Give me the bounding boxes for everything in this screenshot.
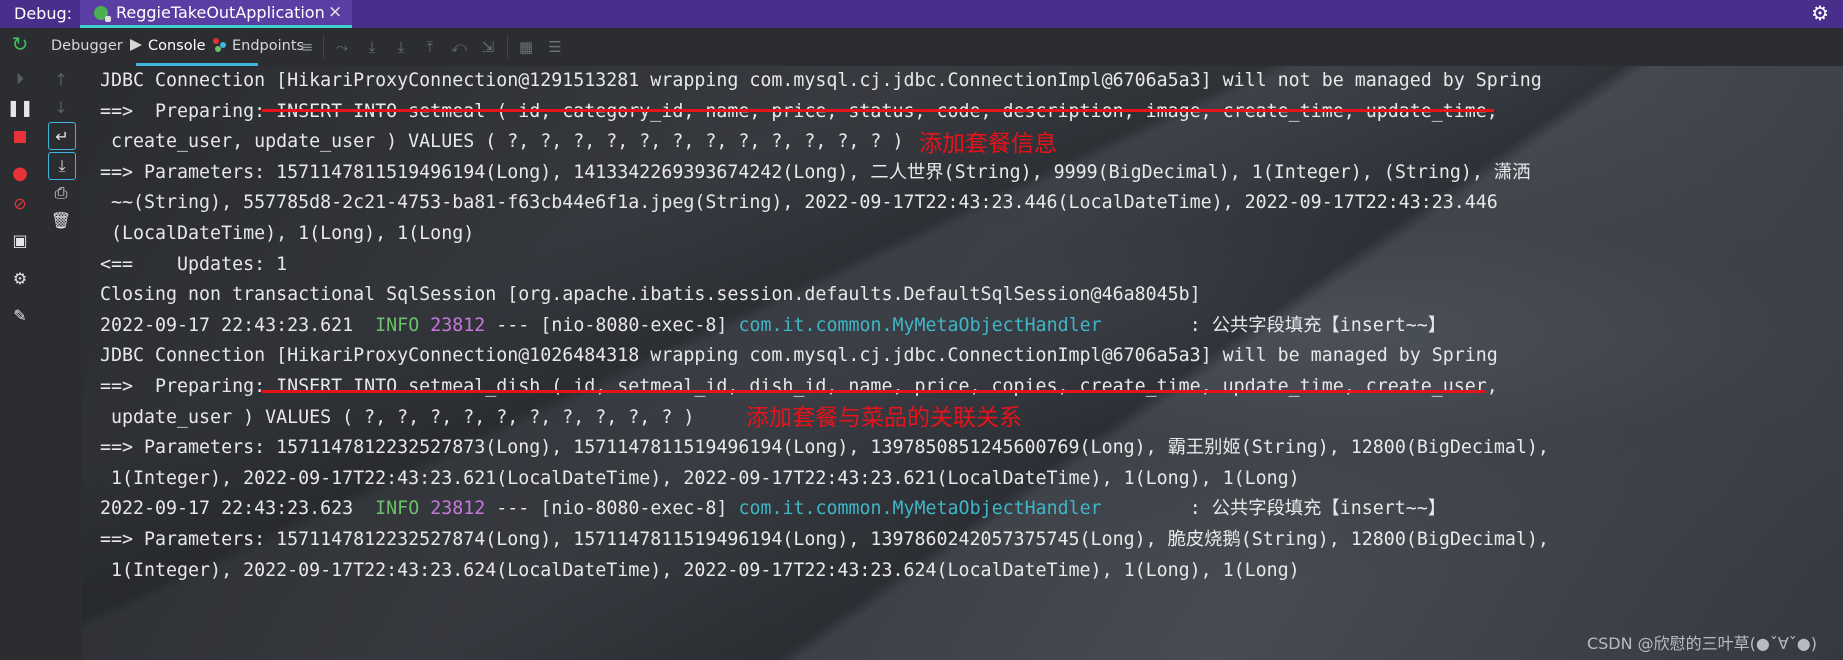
gear-icon[interactable]: ⚙ <box>1811 1 1829 25</box>
resume-icon[interactable]: ⏵ <box>9 68 31 90</box>
log-message: : 公共字段填充【insert~~】 <box>1189 314 1447 336</box>
console-line: Closing non transactional SqlSession [or… <box>100 284 1201 306</box>
spring-boot-run-icon <box>94 6 111 22</box>
log-pid: 23812 <box>430 498 486 520</box>
debug-titlebar: Debug: ReggieTakeOutApplication × ⚙ <box>0 0 1843 28</box>
console-line: ==> Parameters: 1571147812232527874(Long… <box>100 528 1549 550</box>
step-out-icon[interactable]: ⤒ <box>421 38 439 56</box>
print-icon[interactable]: ⎙ <box>50 182 72 204</box>
trace-settings-icon[interactable]: ☰ <box>546 38 564 56</box>
stop-icon[interactable] <box>9 126 31 148</box>
log-logger[interactable]: com.it.common.MyMetaObjectHandler <box>738 315 1101 336</box>
scroll-down-icon[interactable]: ↓ <box>50 96 72 118</box>
console-output[interactable]: JDBC Connection [HikariProxyConnection@1… <box>82 66 1843 660</box>
console-line: ~~(String), 557785d8-2c21-4753-ba81-f63c… <box>100 192 1498 214</box>
soft-wrap-icon[interactable]: ↵ <box>48 122 76 150</box>
toolbar-separator <box>323 36 324 58</box>
step-over-icon[interactable]: ⤓ <box>363 38 381 56</box>
log-separator: --- <box>496 314 530 336</box>
tab-endpoints-label: Endpoints <box>232 38 305 54</box>
console-line: ==> Parameters: 1571147811519496194(Long… <box>100 161 1531 183</box>
drop-frame-icon[interactable]: ⤺ <box>450 38 468 56</box>
log-thread: [nio-8080-exec-8] <box>540 498 728 520</box>
tab-console[interactable]: Console <box>130 38 206 54</box>
log-timestamp: 2022-09-17 22:43:23.623 <box>100 498 354 520</box>
tab-console-label: Console <box>148 38 206 54</box>
pin-icon[interactable]: ✎ <box>9 304 31 326</box>
log-level: INFO <box>375 498 420 520</box>
endpoints-icon <box>213 38 227 52</box>
tab-endpoints[interactable]: Endpoints <box>213 38 304 54</box>
run-tab-reggie[interactable]: ReggieTakeOutApplication × <box>80 0 352 28</box>
tab-debugger[interactable]: Debugger <box>51 38 123 54</box>
pause-icon[interactable]: ❚❚ <box>7 96 34 118</box>
log-timestamp: 2022-09-17 22:43:23.621 <box>100 314 354 336</box>
console-line: 1(Integer), 2022-09-17T22:43:23.624(Loca… <box>100 559 1300 581</box>
annotation-underline-setmeal-dish <box>262 390 1486 393</box>
log-entry: 2022-09-17 22:43:23.623 INFO 23812 --- [… <box>100 494 1549 525</box>
log-entry: 2022-09-17 22:43:23.621 INFO 23812 --- [… <box>100 311 1549 342</box>
csdn-watermark: CSDN @欣慰的三叶草(●ˇ∀ˇ●) <box>1586 634 1817 653</box>
show-execution-point-icon[interactable]: ⤳ <box>333 38 351 56</box>
evaluate-expression-icon[interactable]: ▦ <box>517 38 535 56</box>
debug-tool-tabs: Debugger Console Endpoints ≡ ⤳ ⤓ ⤓ ⤒ ⤺ ⇲… <box>40 28 1843 66</box>
console-line: ==> Parameters: 1571147812232527873(Long… <box>100 437 1549 459</box>
log-message: : 公共字段填充【insert~~】 <box>1189 498 1447 520</box>
console-line: (LocalDateTime), 1(Long), 1(Long) <box>100 222 475 244</box>
run-tab-title: ReggieTakeOutApplication <box>116 3 325 22</box>
close-tab-icon[interactable]: × <box>328 2 342 22</box>
console-line: create_user, update_user ) VALUES ( ?, ?… <box>100 131 904 153</box>
console-line: <== Updates: 1 <box>100 253 288 275</box>
console-actions-toolbar: ↑ ↓ ↵ ⤓ ⎙ 🗑 <box>40 66 83 660</box>
log-thread: [nio-8080-exec-8] <box>540 314 728 336</box>
annotation-setmeal-dish: 添加套餐与菜品的关联关系 <box>746 405 1022 431</box>
camera-icon[interactable]: ▣ <box>9 229 31 251</box>
log-level: INFO <box>375 314 420 336</box>
annotation-underline-setmeal <box>262 109 1494 112</box>
console-icon <box>130 39 142 51</box>
scroll-to-end-icon[interactable]: ⤓ <box>48 152 76 180</box>
clear-all-icon[interactable]: 🗑 <box>50 209 72 231</box>
log-logger[interactable]: com.it.common.MyMetaObjectHandler <box>738 498 1101 519</box>
mute-breakpoints-icon[interactable]: ⊘ <box>9 192 31 214</box>
debug-actions-toolbar: ↻ ⏵ ❚❚ ● ⊘ ▣ ⚙ ✎ <box>0 28 41 660</box>
view-breakpoints-icon[interactable]: ● <box>9 162 31 184</box>
log-pid: 23812 <box>430 314 486 336</box>
console-line: 1(Integer), 2022-09-17T22:43:23.621(Loca… <box>100 467 1300 489</box>
debug-label: Debug: <box>14 4 73 23</box>
console-line: JDBC Connection [HikariProxyConnection@1… <box>100 345 1498 367</box>
toolbar-separator <box>507 36 508 58</box>
log-separator: --- <box>496 498 530 520</box>
settings-gear-icon[interactable]: ⚙ <box>9 267 31 289</box>
step-into-icon[interactable]: ⤓ <box>392 38 410 56</box>
layout-menu-icon[interactable]: ≡ <box>298 38 316 56</box>
scroll-up-icon[interactable]: ↑ <box>50 68 72 90</box>
run-to-cursor-icon[interactable]: ⇲ <box>479 38 497 56</box>
console-lines: JDBC Connection [HikariProxyConnection@1… <box>100 66 1549 586</box>
annotation-setmeal: 添加套餐信息 <box>919 131 1057 157</box>
rerun-icon[interactable]: ↻ <box>9 32 31 56</box>
console-line: JDBC Connection [HikariProxyConnection@1… <box>100 70 1542 91</box>
